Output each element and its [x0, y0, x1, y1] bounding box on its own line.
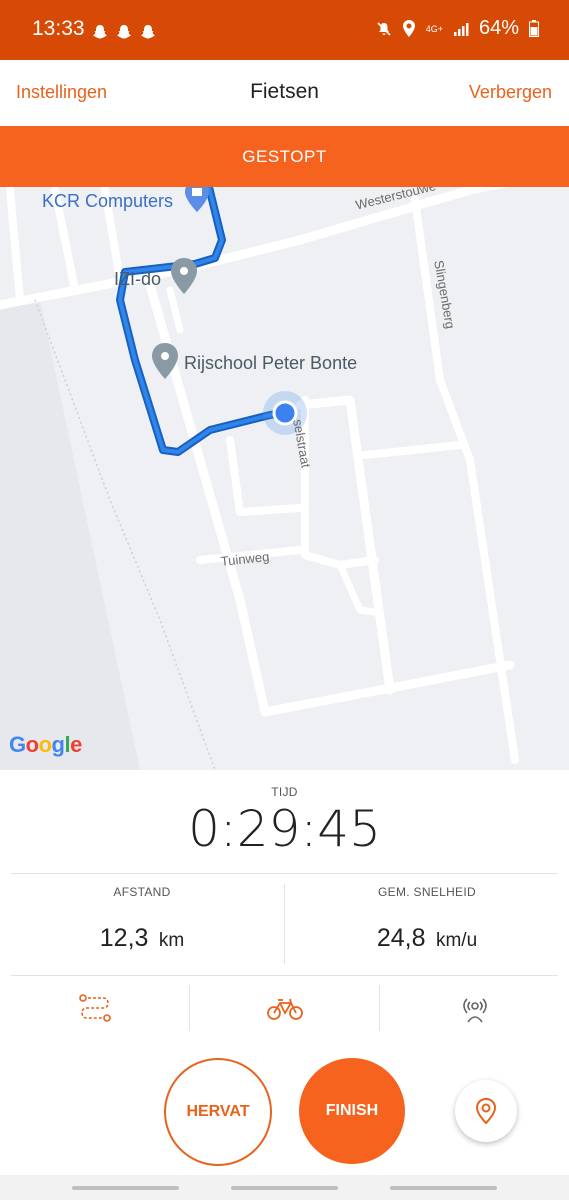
top-nav: Instellingen Fietsen Verbergen [0, 60, 569, 126]
mute-icon [377, 21, 391, 36]
battery-percent: 64% [478, 17, 519, 39]
snapchat-icon [141, 25, 155, 39]
beacon-icon [462, 998, 487, 1023]
speed-value: 24,8 [376, 924, 426, 952]
snapchat-icon [117, 25, 131, 39]
logo-letter: G [9, 732, 26, 757]
finish-button[interactable]: FINISH [299, 1058, 405, 1164]
battery-icon [529, 20, 539, 37]
speed-unit: km/u [435, 930, 478, 951]
divider [11, 975, 558, 976]
back-button[interactable] [390, 1186, 497, 1190]
distance-label: AFSTAND [113, 885, 171, 899]
logo-letter: o [25, 732, 39, 757]
hide-link[interactable]: Verbergen [469, 82, 552, 103]
tab-route[interactable] [0, 985, 189, 1033]
map-canvas [0, 126, 569, 770]
location-icon [402, 20, 415, 37]
logo-letter: g [51, 732, 65, 757]
time-label: TIJD [271, 785, 298, 799]
tab-beacon[interactable] [380, 985, 569, 1033]
tab-sport[interactable] [190, 985, 379, 1033]
logo-letter: o [38, 732, 52, 757]
poi-label[interactable]: KCR Computers [42, 191, 173, 212]
status-bar: 13:33 4G+ 64% [0, 0, 569, 60]
home-button[interactable] [231, 1186, 338, 1190]
route-icon [78, 994, 111, 1022]
notification-icons [92, 24, 156, 40]
poi-label[interactable]: Rijschool Peter Bonte [184, 353, 357, 374]
network-type: 4G+ [425, 23, 443, 34]
poi-label[interactable]: IZI-do [114, 269, 161, 290]
time-value: 0:29:45 [188, 800, 381, 858]
divider [11, 873, 558, 874]
google-logo: Google [9, 732, 82, 758]
status-time: 13:33 [32, 17, 85, 40]
distance-unit: km [158, 930, 185, 951]
speed-label: GEM. SNELHEID [378, 885, 476, 899]
map-pin-icon [475, 1098, 497, 1124]
snapchat-icon [93, 25, 107, 39]
location-button[interactable] [455, 1080, 517, 1142]
logo-letter: e [70, 732, 82, 757]
route-map[interactable]: KCR Computers IZI-do Rijschool Peter Bon… [0, 126, 569, 770]
status-right: 4G+ 64% [376, 17, 539, 40]
speed-value-group: 24,8 km/u [285, 924, 569, 953]
status-banner: GESTOPT [0, 126, 569, 187]
recent-apps-button[interactable] [72, 1186, 179, 1190]
distance-value: 12,3 [99, 924, 149, 952]
distance-value-group: 12,3 km [0, 924, 284, 953]
bike-icon [266, 998, 303, 1020]
resume-button[interactable]: HERVAT [164, 1058, 272, 1166]
signal-icon [453, 22, 469, 36]
